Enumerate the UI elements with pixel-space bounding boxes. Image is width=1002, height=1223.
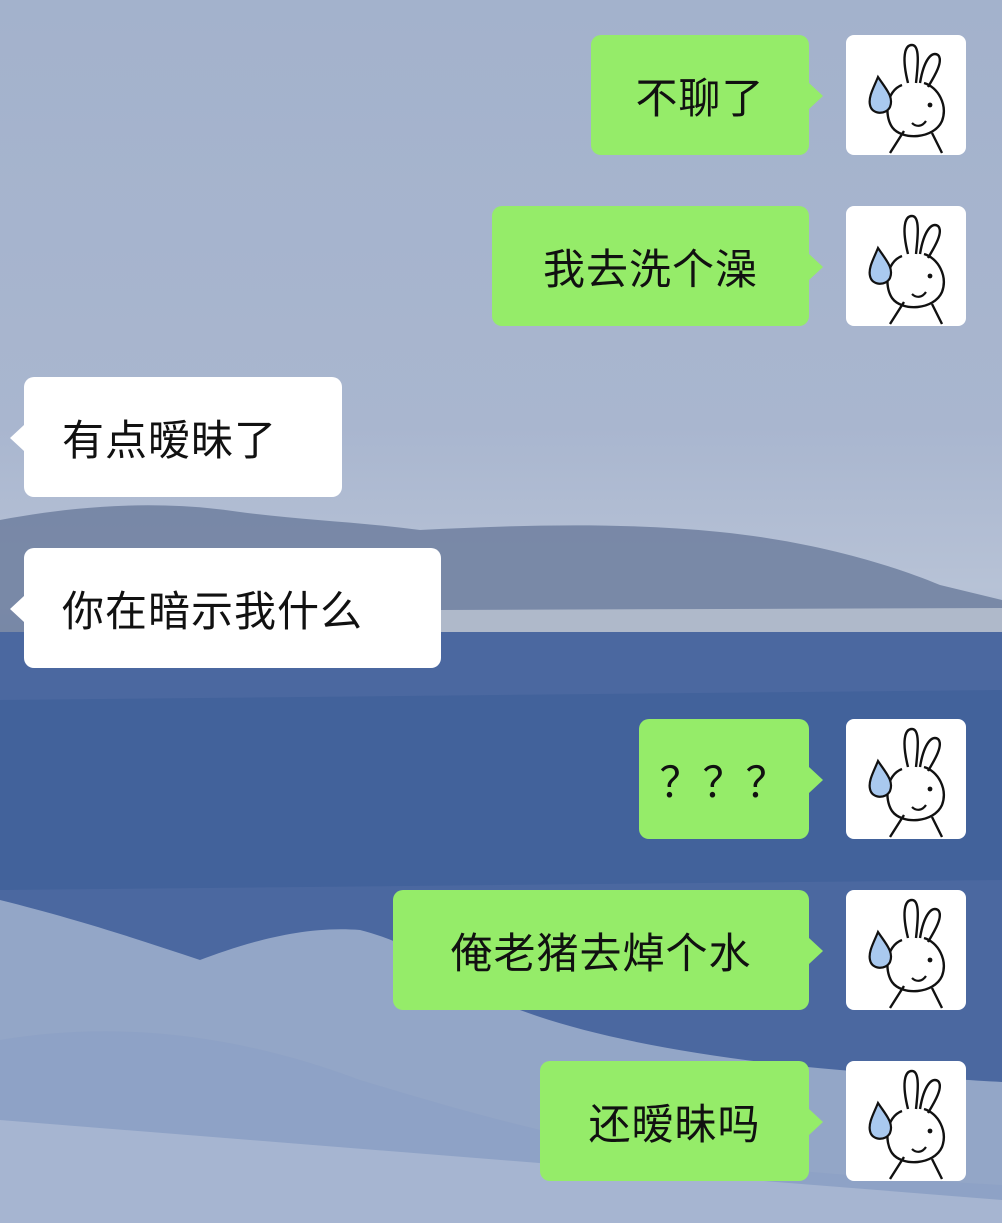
received-message-bubble[interactable]: 有点暧昧了 bbox=[24, 377, 342, 497]
message-row: 还暧昧吗 bbox=[0, 1061, 1002, 1181]
message-row: 俺老猪去焯个水 bbox=[0, 890, 1002, 1010]
my-avatar[interactable] bbox=[846, 35, 966, 155]
message-row: 不聊了 bbox=[0, 35, 1002, 155]
my-avatar[interactable] bbox=[846, 206, 966, 326]
message-text: 我去洗个澡 bbox=[542, 244, 758, 294]
bubble-tail bbox=[10, 425, 24, 451]
sent-message-bubble[interactable]: 还暧昧吗 bbox=[540, 1061, 809, 1181]
bunny-sweat-drop-icon bbox=[868, 1069, 945, 1180]
message-text: 你在暗示我什么 bbox=[62, 586, 364, 636]
message-row: ？？？ bbox=[0, 719, 1002, 839]
bubble-tail bbox=[809, 83, 823, 109]
my-avatar[interactable] bbox=[846, 719, 966, 839]
bubble-tail bbox=[809, 1109, 823, 1135]
bunny-sweat-drop-icon bbox=[868, 214, 945, 325]
message-row: 你在暗示我什么 bbox=[0, 548, 1002, 668]
message-text: ？？？ bbox=[659, 757, 789, 807]
sent-message-bubble[interactable]: 俺老猪去焯个水 bbox=[393, 890, 809, 1010]
message-text: 还暧昧吗 bbox=[588, 1099, 761, 1149]
received-message-bubble[interactable]: 你在暗示我什么 bbox=[24, 548, 441, 668]
message-text: 不聊了 bbox=[635, 73, 765, 123]
sent-message-bubble[interactable]: 我去洗个澡 bbox=[492, 206, 809, 326]
sent-message-bubble[interactable]: ？？？ bbox=[639, 719, 809, 839]
sent-message-bubble[interactable]: 不聊了 bbox=[591, 35, 809, 155]
message-row: 我去洗个澡 bbox=[0, 206, 1002, 326]
my-avatar[interactable] bbox=[846, 890, 966, 1010]
bubble-tail bbox=[10, 596, 24, 622]
bunny-sweat-drop-icon bbox=[868, 727, 945, 838]
bubble-tail bbox=[809, 938, 823, 964]
my-avatar[interactable] bbox=[846, 1061, 966, 1181]
bubble-tail bbox=[809, 767, 823, 793]
message-text: 俺老猪去焯个水 bbox=[450, 928, 752, 978]
bubble-tail bbox=[809, 254, 823, 280]
message-row: 有点暧昧了 bbox=[0, 377, 1002, 497]
message-list[interactable]: 不聊了 我去洗个澡 有点暧昧了 你在暗示我什么 ？？？ 俺老猪去焯个水 还暧昧吗 bbox=[0, 0, 1002, 1223]
message-text: 有点暧昧了 bbox=[62, 415, 278, 465]
bunny-sweat-drop-icon bbox=[868, 43, 945, 154]
bunny-sweat-drop-icon bbox=[868, 898, 945, 1009]
